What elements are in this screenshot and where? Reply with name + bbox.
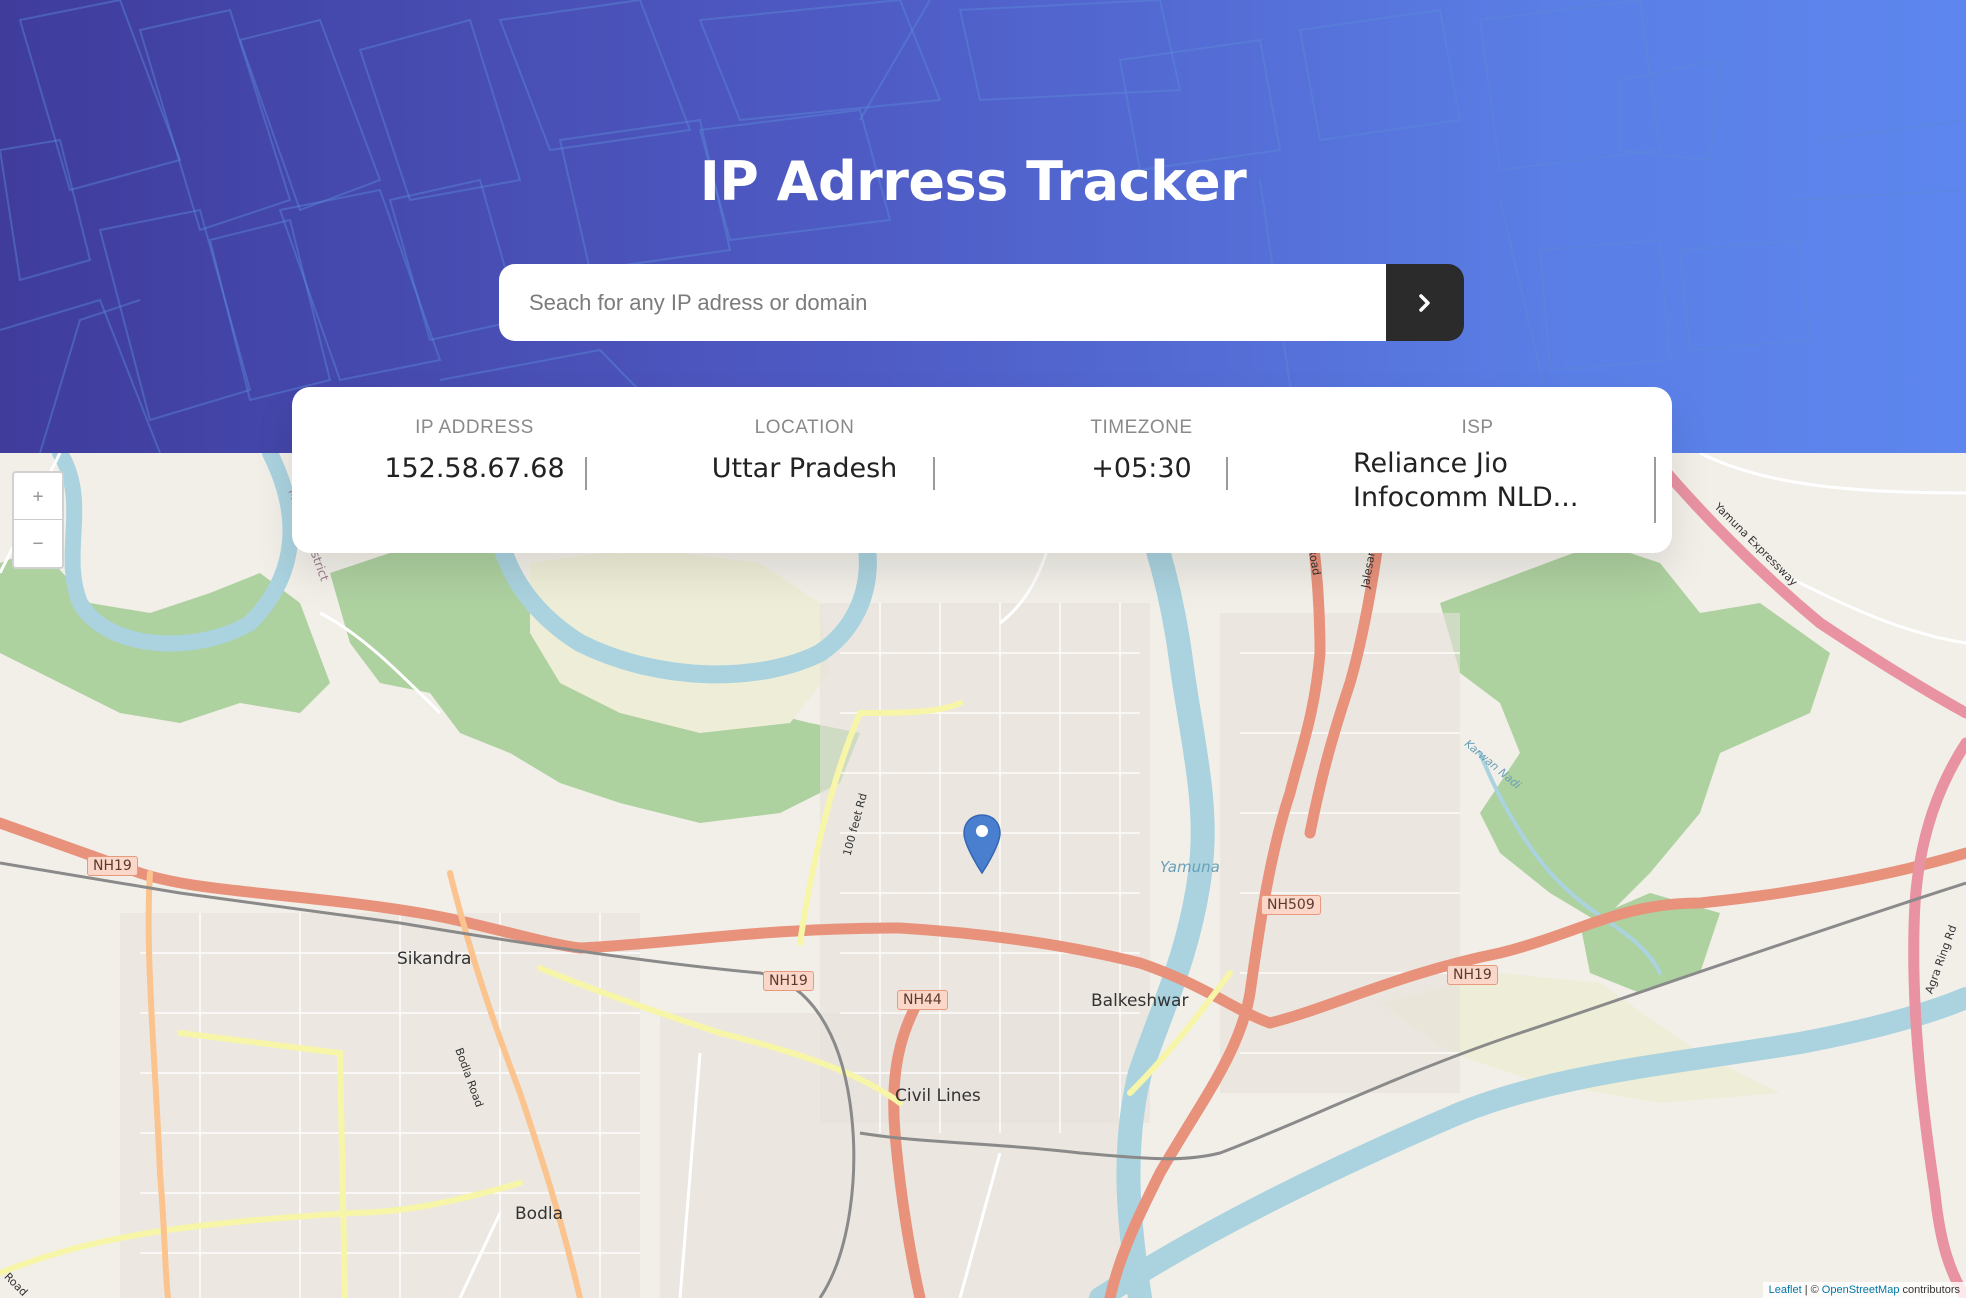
map-attribution: Leaflet | © OpenStreetMap contributors	[1762, 1282, 1966, 1298]
stat-label: LOCATION	[754, 417, 855, 438]
osm-link[interactable]: OpenStreetMap	[1822, 1284, 1900, 1296]
location-pin-icon[interactable]	[962, 813, 1002, 875]
stat-label: ISP	[1461, 417, 1494, 438]
highway-shield: NH19	[1447, 965, 1498, 985]
search-bar	[499, 264, 1464, 341]
map-view[interactable]: Sikandra Balkeshwar Civil Lines Bodla Ya…	[0, 453, 1966, 1298]
map-label-yamuna: Yamuna	[1160, 858, 1220, 876]
map-label-civil-lines: Civil Lines	[895, 1086, 981, 1106]
highway-shield: NH19	[87, 856, 138, 876]
divider	[1654, 457, 1656, 523]
map-label-bodla: Bodla	[515, 1204, 563, 1224]
ip-info-card: IP ADDRESS 152.58.67.68 LOCATION Uttar P…	[292, 387, 1672, 553]
stat-ip-address: IP ADDRESS 152.58.67.68	[292, 417, 657, 537]
highway-shield: NH509	[1261, 895, 1321, 915]
map-tiles	[0, 453, 1966, 1298]
timezone-value: +05:30	[1091, 453, 1192, 484]
stat-timezone: TIMEZONE +05:30	[959, 417, 1324, 537]
search-input[interactable]	[499, 264, 1386, 341]
map-label-sikandra: Sikandra	[397, 949, 472, 969]
map-label-balkeshwar: Balkeshwar	[1091, 991, 1189, 1011]
highway-shield: NH44	[897, 990, 948, 1010]
header-banner: IP Adrress Tracker	[0, 0, 1966, 453]
isp-value: Reliance Jio Infocomm NLD...	[1353, 448, 1579, 513]
divider	[933, 457, 935, 490]
stat-label: TIMEZONE	[1090, 417, 1193, 438]
divider	[585, 457, 587, 490]
attribution-suffix: contributors	[1902, 1284, 1960, 1296]
ip-address-value: 152.58.67.68	[384, 453, 565, 484]
stat-label: IP ADDRESS	[415, 417, 534, 438]
zoom-control: + −	[12, 471, 64, 569]
divider	[1226, 457, 1228, 490]
page-title: IP Adrress Tracker	[699, 150, 1247, 213]
stat-isp: ISP Reliance Jio Infocomm NLD...	[1295, 417, 1660, 537]
search-submit-button[interactable]	[1386, 264, 1464, 341]
header-pattern	[0, 0, 1966, 453]
zoom-in-button[interactable]: +	[14, 473, 62, 520]
highway-shield: NH19	[763, 971, 814, 991]
leaflet-link[interactable]: Leaflet	[1769, 1284, 1802, 1296]
chevron-right-icon	[1419, 293, 1430, 312]
zoom-out-button[interactable]: −	[14, 520, 62, 566]
copyright-symbol: ©	[1810, 1284, 1819, 1296]
